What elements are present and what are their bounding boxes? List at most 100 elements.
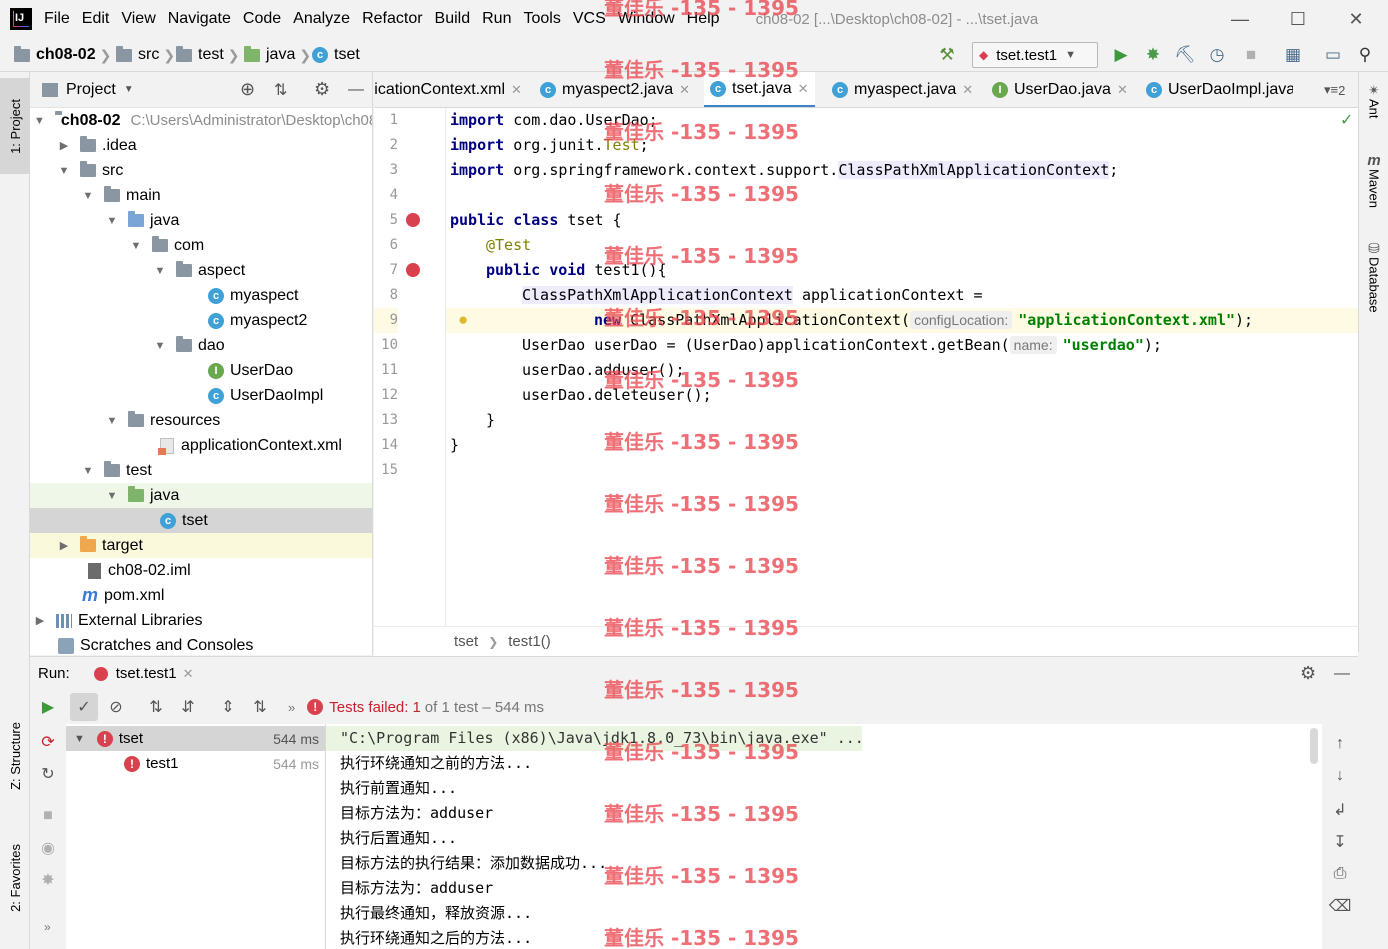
crumb-src[interactable]: src ❯: [116, 38, 181, 72]
tree-item-project-root[interactable]: ▼ ch08-02 C:\Users\Administrator\Desktop…: [30, 108, 372, 133]
close-tab-icon[interactable]: ✕: [511, 82, 522, 98]
menu-build[interactable]: Build: [435, 10, 471, 28]
close-tab-icon[interactable]: ✕: [798, 81, 809, 97]
toggle-auto-test-icon[interactable]: ↻: [34, 760, 62, 788]
tree-item-aspect[interactable]: ▼ aspect: [30, 258, 372, 283]
tool-tab-database[interactable]: ⛁ Database: [1359, 240, 1388, 313]
breadcrumb-class[interactable]: tset: [454, 633, 478, 650]
tree-item-iml[interactable]: ch08-02.iml: [30, 558, 372, 583]
tree-item-dao[interactable]: ▼ dao: [30, 333, 372, 358]
collapse-all-icon[interactable]: ⇅: [246, 693, 274, 721]
menu-analyze[interactable]: Analyze: [293, 10, 350, 28]
show-ignored-icon[interactable]: ⊘: [102, 693, 130, 721]
tool-tab-maven[interactable]: m Maven: [1359, 152, 1388, 208]
menu-edit[interactable]: Edit: [82, 10, 110, 28]
console-scrollbar[interactable]: [1310, 728, 1318, 764]
run-config-select[interactable]: ◆ tset.test1 ▼: [972, 42, 1098, 68]
tree-item-src[interactable]: ▼ src: [30, 158, 372, 183]
arrow-down-icon[interactable]: ↓: [1326, 762, 1354, 790]
debug-bug-icon[interactable]: ✸: [1140, 42, 1166, 68]
run-tab[interactable]: tset.test1: [116, 665, 177, 682]
menu-navigate[interactable]: Navigate: [168, 10, 231, 28]
stop-icon[interactable]: ■: [34, 802, 62, 830]
search-icon[interactable]: ⚲: [1352, 42, 1378, 68]
tree-item-external-libraries[interactable]: ▶ External Libraries: [30, 608, 372, 633]
tree-item-resources[interactable]: ▼ resources: [30, 408, 372, 433]
tool-tab-project[interactable]: 1: Project: [0, 78, 30, 174]
tree-item-myaspect2[interactable]: c myaspect2: [30, 308, 372, 333]
menu-tools[interactable]: Tools: [523, 10, 560, 28]
tree-item-idea[interactable]: ▶ .idea: [30, 133, 372, 158]
menu-code[interactable]: Code: [243, 10, 281, 28]
close-tab-icon[interactable]: ✕: [1117, 82, 1128, 98]
close-tab-icon[interactable]: ✕: [679, 82, 690, 98]
rerun-icon[interactable]: ▶: [34, 693, 62, 721]
tab-myaspect[interactable]: c myaspect.java ✕: [832, 72, 973, 107]
menu-file[interactable]: File: [44, 10, 70, 28]
tree-item-main-java[interactable]: ▼ java: [30, 208, 372, 233]
project-structure-icon[interactable]: ▦: [1280, 42, 1306, 68]
menu-refactor[interactable]: Refactor: [362, 10, 422, 28]
menu-vcs[interactable]: VCS: [573, 10, 606, 28]
locate-target-icon[interactable]: ⊕: [240, 79, 255, 100]
breadcrumb-method[interactable]: test1(): [508, 633, 551, 650]
crumb-test[interactable]: test ❯: [176, 38, 246, 72]
tree-item-com[interactable]: ▼ com: [30, 233, 372, 258]
tab-applicationcontext[interactable]: applicationContext.xml ✕: [374, 72, 522, 107]
close-tab-icon[interactable]: ✕: [183, 666, 194, 682]
print-icon[interactable]: ⎙: [1326, 860, 1354, 888]
arrow-up-icon[interactable]: ↑: [1326, 730, 1354, 758]
run-test-gutter-icon[interactable]: [406, 213, 420, 227]
trash-icon[interactable]: ⌫: [1326, 892, 1354, 920]
menu-run[interactable]: Run: [482, 10, 511, 28]
crumb-tset[interactable]: c tset: [312, 38, 360, 72]
inspection-ok-icon[interactable]: ✓: [1340, 110, 1353, 130]
code-editor[interactable]: 1 2 3 4 5 6 7 8 9 10 11 12 13 14 15 ● im…: [374, 108, 1358, 626]
maximize-icon[interactable]: ☐: [1272, 0, 1324, 38]
tool-tab-ant[interactable]: ✴ Ant: [1359, 82, 1388, 119]
close-tab-icon[interactable]: ✕: [962, 82, 973, 98]
tab-overflow-button[interactable]: ▾≡ 2: [1324, 72, 1345, 107]
tab-userdao[interactable]: I UserDao.java ✕: [992, 72, 1128, 107]
show-passed-icon[interactable]: ✓: [70, 693, 98, 721]
gear-icon[interactable]: ⚙: [314, 79, 330, 100]
run-icon[interactable]: ▶: [1108, 42, 1134, 68]
more-icon[interactable]: »: [288, 700, 295, 715]
hide-panel-icon[interactable]: —: [348, 81, 364, 99]
more-icon[interactable]: »: [44, 920, 51, 934]
gear-icon[interactable]: ⚙: [1300, 663, 1316, 684]
tree-item-test-java[interactable]: ▼ java: [30, 483, 372, 508]
tree-item-userdaoimpl[interactable]: c UserDaoImpl: [30, 383, 372, 408]
hide-panel-icon[interactable]: —: [1334, 665, 1350, 683]
run-test-gutter-icon[interactable]: [406, 263, 420, 277]
tool-tab-favorites[interactable]: 2: Favorites: [0, 828, 30, 928]
tree-item-main[interactable]: ▼ main: [30, 183, 372, 208]
project-view-select[interactable]: Project: [66, 81, 116, 99]
camera-icon[interactable]: ◉: [34, 834, 62, 862]
crumb-project[interactable]: ch08-02 ❯: [14, 38, 117, 72]
test-tree-row[interactable]: ! test1 544 ms: [66, 751, 325, 776]
stop-icon[interactable]: ■: [1238, 42, 1264, 68]
collapse-all-icon[interactable]: ⇅: [274, 80, 287, 100]
tree-item-myaspect[interactable]: c myaspect: [30, 283, 372, 308]
tree-item-scratches[interactable]: Scratches and Consoles: [30, 633, 372, 655]
console-output[interactable]: "C:\Program Files (x86)\Java\jdk1.8.0_73…: [326, 724, 1322, 949]
rerun-failed-icon[interactable]: ⟳: [34, 728, 62, 756]
sort-alpha-icon[interactable]: ⇅: [142, 693, 170, 721]
tree-item-tset[interactable]: c tset: [30, 508, 372, 533]
scroll-to-end-icon[interactable]: ↧: [1326, 828, 1354, 856]
tree-item-userdao[interactable]: I UserDao: [30, 358, 372, 383]
export-icon[interactable]: ✸: [34, 866, 62, 894]
tool-tab-structure[interactable]: Z: Structure: [0, 706, 30, 806]
minimize-icon[interactable]: —: [1214, 0, 1266, 38]
tree-item-test[interactable]: ▼ test: [30, 458, 372, 483]
crumb-java[interactable]: java ❯: [244, 38, 317, 72]
menu-view[interactable]: View: [121, 10, 155, 28]
close-window-icon[interactable]: ✕: [1330, 0, 1382, 38]
tab-userdaoimpl[interactable]: c UserDaoImpl.java: [1146, 72, 1293, 107]
soft-wrap-icon[interactable]: ↲: [1326, 796, 1354, 824]
presentation-icon[interactable]: ▭: [1320, 42, 1346, 68]
sort-duration-icon[interactable]: ⇵: [174, 693, 202, 721]
lightbulb-icon[interactable]: ●: [458, 310, 468, 330]
profile-icon[interactable]: ◷: [1204, 42, 1230, 68]
